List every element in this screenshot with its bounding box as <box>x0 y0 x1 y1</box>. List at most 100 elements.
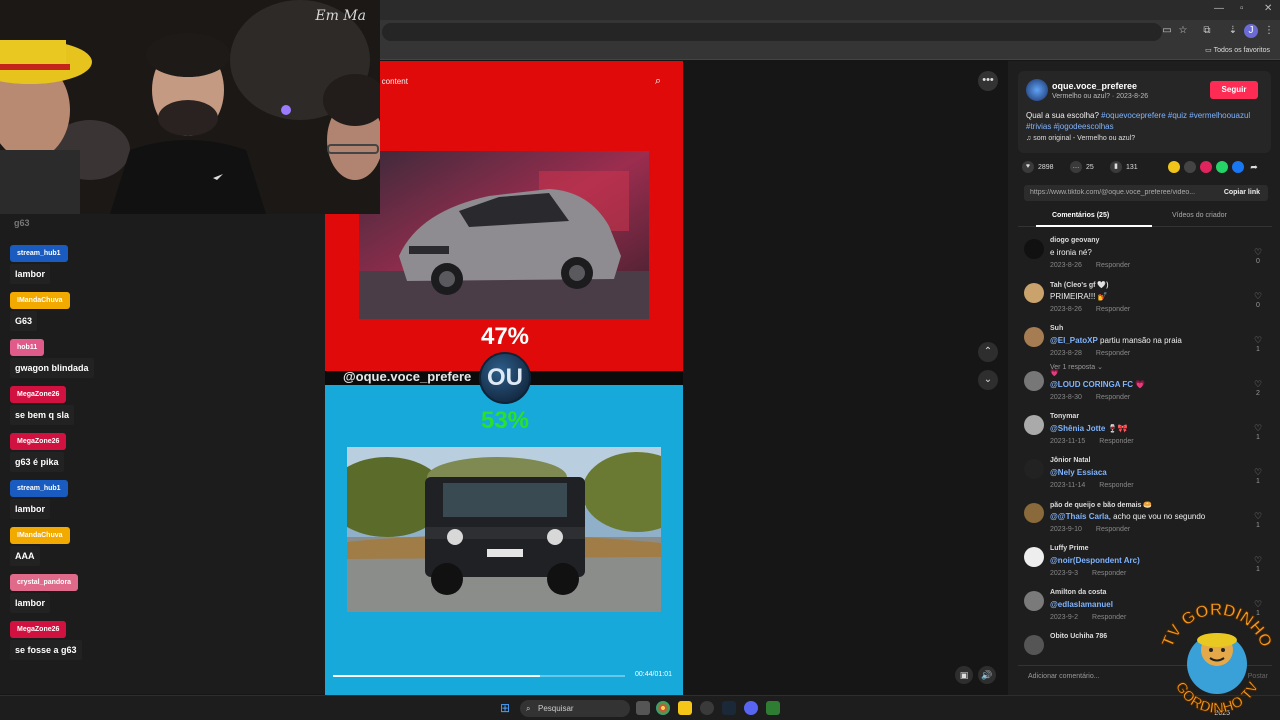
author-avatar[interactable] <box>1026 79 1048 101</box>
reply-button[interactable]: Responder <box>1099 482 1133 489</box>
browser-menu-icon[interactable]: ⋮ <box>1262 24 1276 38</box>
comment-username[interactable]: 💗 <box>1050 369 1059 377</box>
address-bar[interactable] <box>382 23 1162 41</box>
comment-username[interactable]: Suh <box>1050 325 1063 332</box>
comment-mention[interactable]: @El_PatoXP <box>1050 336 1098 345</box>
copy-link-button[interactable]: Copiar link <box>1224 189 1260 196</box>
taskbar-search[interactable]: ⌕ Pesquisar <box>520 700 630 717</box>
save-stat[interactable]: ▮ 131 <box>1110 161 1138 173</box>
reply-button[interactable]: Responder <box>1092 570 1126 577</box>
chat-username[interactable]: IMandaChuva <box>10 292 70 309</box>
comment-avatar[interactable] <box>1024 371 1044 391</box>
share-embed-icon[interactable] <box>1184 161 1196 173</box>
all-bookmarks-folder[interactable]: ▭ Todos os favoritos <box>1205 46 1270 54</box>
share-whatsapp-green-icon[interactable] <box>1216 161 1228 173</box>
steam-icon[interactable] <box>722 701 736 715</box>
previous-video-button[interactable]: ⌃ <box>978 342 998 362</box>
comment-like-button[interactable]: ♡ 1 <box>1252 467 1264 485</box>
comment-like-button[interactable]: ♡ 1 <box>1252 423 1264 441</box>
picture-in-picture-button[interactable]: ▣ <box>955 666 973 684</box>
comment-username[interactable]: Tonymar <box>1050 413 1079 420</box>
close-icon[interactable]: ✕ <box>1264 3 1272 14</box>
comment-like-button[interactable]: ♡ 2 <box>1252 379 1264 397</box>
chrome-icon[interactable] <box>656 701 670 715</box>
comment-mention[interactable]: @LOUD CORINGA FC <box>1050 380 1133 389</box>
hashtag[interactable]: #trivias <box>1026 122 1051 131</box>
comment-mention[interactable]: @Nely Essiaca <box>1050 468 1107 477</box>
cast-icon[interactable]: ▭ <box>1160 24 1174 38</box>
reply-button[interactable]: Responder <box>1096 306 1130 313</box>
reply-button[interactable]: Responder <box>1096 262 1130 269</box>
follow-button[interactable]: Seguir <box>1210 81 1258 99</box>
tab-comments[interactable]: Comentários (25) <box>1052 212 1109 219</box>
comment-username[interactable]: Obito Uchiha 786 <box>1050 633 1107 640</box>
like-stat[interactable]: ♥ 2898 <box>1022 161 1054 173</box>
hashtag[interactable]: #quiz <box>1168 111 1187 120</box>
comment-mention[interactable]: @Shênia Jotte <box>1050 424 1105 433</box>
comment-username[interactable]: Luffy Prime <box>1050 545 1089 552</box>
comment-username[interactable]: diogo geovany <box>1050 237 1099 244</box>
comment-username[interactable]: Amilton da costa <box>1050 589 1106 596</box>
chat-username[interactable]: hob11 <box>10 339 45 356</box>
chat-username[interactable]: stream_hub1 <box>10 480 68 497</box>
hashtag[interactable]: #vermelhoouazul <box>1189 111 1250 120</box>
hashtag[interactable]: #jogodeescolhas <box>1054 122 1114 131</box>
share-tiktok-icon[interactable] <box>1200 161 1212 173</box>
comment-like-button[interactable]: ♡ 1 <box>1252 335 1264 353</box>
volume-button[interactable]: 🔊 <box>978 666 996 684</box>
reply-button[interactable]: Responder <box>1096 526 1130 533</box>
comment-username[interactable]: Tah (Cleo's gf 🤍) <box>1050 281 1108 289</box>
bookmark-star-icon[interactable]: ☆ <box>1176 24 1190 38</box>
chat-username[interactable]: stream_hub1 <box>10 245 68 262</box>
comment-like-button[interactable]: ♡ 1 <box>1252 511 1264 529</box>
maximize-icon[interactable]: ▫ <box>1240 3 1244 14</box>
next-video-button[interactable]: ⌄ <box>978 370 998 390</box>
chat-username[interactable]: MegaZone26 <box>10 386 67 403</box>
comment-avatar[interactable] <box>1024 327 1044 347</box>
comment-avatar[interactable] <box>1024 547 1044 567</box>
video-link[interactable]: https://www.tiktok.com/@oque.voce_prefer… <box>1030 189 1200 196</box>
share-facebook-icon[interactable] <box>1232 161 1244 173</box>
task-view-icon[interactable] <box>636 701 650 715</box>
music-info[interactable]: ♫ som original - Vermelho ou azul? <box>1026 135 1135 142</box>
comment-avatar[interactable] <box>1024 239 1044 259</box>
comment-like-button[interactable]: ♡ 1 <box>1252 555 1264 573</box>
video-progress-bar[interactable] <box>333 675 625 677</box>
app-icon[interactable] <box>766 701 780 715</box>
share-whatsapp-icon[interactable] <box>1168 161 1180 173</box>
tab-creator-videos[interactable]: Vídeos do criador <box>1172 212 1227 219</box>
chat-username[interactable]: MegaZone26 <box>10 433 67 450</box>
more-options-button[interactable]: ••• <box>978 71 998 91</box>
video-search-icon[interactable]: ⌕ <box>655 75 661 88</box>
author-name[interactable]: oque.voce_preferee <box>1052 81 1137 91</box>
comment-avatar[interactable] <box>1024 415 1044 435</box>
comment-mention[interactable]: @noir(Despondent Arc) <box>1050 556 1140 565</box>
comment-username[interactable]: Jônior Natal <box>1050 457 1090 464</box>
file-explorer-icon[interactable] <box>678 701 692 715</box>
profile-avatar-icon[interactable]: J <box>1244 24 1258 38</box>
comment-like-button[interactable]: ♡ 0 <box>1252 247 1264 265</box>
hashtag[interactable]: #oquevoceprefere <box>1101 111 1166 120</box>
extensions-icon[interactable]: ⧉ <box>1200 24 1214 38</box>
reply-button[interactable]: Responder <box>1096 350 1130 357</box>
comment-avatar[interactable] <box>1024 635 1044 655</box>
reply-button[interactable]: Responder <box>1096 394 1130 401</box>
downloads-icon[interactable]: ⇣ <box>1226 24 1240 38</box>
reply-button[interactable]: Responder <box>1099 438 1133 445</box>
share-arrow-icon[interactable]: ➦ <box>1248 161 1260 173</box>
discord-icon[interactable] <box>744 701 758 715</box>
windows-start-icon[interactable]: ⊞ <box>500 701 514 715</box>
comment-mention[interactable]: @edlaslamanuel <box>1050 600 1113 609</box>
reply-button[interactable]: Responder <box>1092 614 1126 621</box>
chat-username[interactable]: MegaZone26 <box>10 621 67 638</box>
comment-avatar[interactable] <box>1024 283 1044 303</box>
comment-mention[interactable]: @@Thaís Carla <box>1050 512 1109 521</box>
comment-username[interactable]: pão de queijo e bão demais 🥯 <box>1050 501 1152 509</box>
chat-username[interactable]: IMandaChuva <box>10 527 70 544</box>
comment-avatar[interactable] <box>1024 503 1044 523</box>
minimize-icon[interactable]: — <box>1214 3 1224 14</box>
comment-like-button[interactable]: ♡ 0 <box>1252 291 1264 309</box>
comment-avatar[interactable] <box>1024 591 1044 611</box>
chat-username[interactable]: crystal_pandora <box>10 574 79 591</box>
comment-stat[interactable]: … 25 <box>1070 161 1094 173</box>
